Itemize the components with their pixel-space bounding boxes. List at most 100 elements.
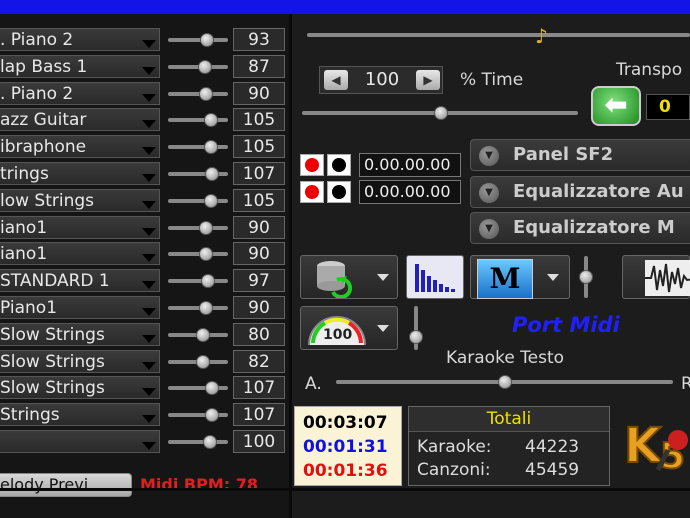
channel-instrument-select[interactable]: . Piano 2 [0,28,160,51]
channel-instrument-select[interactable]: . Piano 2 [0,81,160,105]
channel-instrument-select[interactable]: STANDARD 1 [0,269,160,293]
channel-volume-knob[interactable] [199,86,213,101]
channel-volume-slider[interactable] [168,33,228,47]
channel-volume-knob[interactable] [196,327,210,342]
channel-volume-knob[interactable] [204,113,218,128]
channel-volume-knob[interactable] [196,354,210,369]
record-button[interactable] [300,181,324,203]
timecode-field-2[interactable]: 0.00.00.00 [359,180,461,204]
channel-instrument-select[interactable]: iano1 [0,242,160,266]
channel-volume-knob[interactable] [199,247,213,262]
channel-volume-slider[interactable] [168,113,228,128]
chevron-down-icon [142,227,156,236]
channel-instrument-select[interactable]: iano1 [0,215,160,239]
channel-instrument-label: Strings [0,405,60,426]
channel-instrument-select[interactable]: Strings [0,403,160,427]
midi-volume-knob[interactable] [579,270,593,284]
database-sync-icon [317,261,353,298]
channel-volume-slider[interactable] [168,381,228,396]
channel-volume-slider[interactable] [168,193,228,208]
channel-volume-knob[interactable] [205,408,219,423]
timecode-field-1[interactable]: 0.00.00.00 [359,153,461,177]
channel-volume-knob[interactable] [200,33,214,47]
tempo-slider-knob[interactable] [434,106,448,120]
stop-button[interactable] [327,154,351,176]
panel-equalizzatore-audio[interactable]: ▼ Equalizzatore Au [470,176,690,208]
channel-instrument-select[interactable]: Slow Strings [0,322,160,346]
channel-volume-slider[interactable] [168,220,228,235]
channel-volume-knob[interactable] [199,301,213,315]
channel-instrument-select[interactable]: low Strings [0,188,160,212]
song-progress-slider[interactable] [307,33,690,37]
channel-volume-slider[interactable] [168,167,228,181]
tempo-spinner[interactable]: ◀ 100 ▶ [319,66,443,94]
channel-volume-value: 87 [233,54,285,78]
channel-row: Slow Strings 107 [0,375,290,400]
channel-volume-slider[interactable] [168,86,228,101]
tempo-value[interactable]: 100 [350,67,414,93]
channel-instrument-select[interactable] [0,430,160,453]
tempo-increase-button[interactable]: ▶ [416,70,440,90]
elapsed-time: 00:01:31 [303,437,388,457]
channel-volume-slider[interactable] [168,247,228,262]
channel-volume-knob[interactable] [199,220,213,235]
channel-volume-value: 80 [233,322,285,346]
channel-instrument-select[interactable]: Slow Strings [0,349,160,373]
channel-volume-knob[interactable] [204,193,218,208]
channel-volume-slider[interactable] [168,408,228,423]
karaoke-balance-knob[interactable] [498,375,512,389]
channel-volume-knob[interactable] [205,167,219,181]
channel-instrument-select[interactable]: Piano1 [0,296,160,319]
channel-volume-slider[interactable] [168,327,228,342]
channel-volume-knob[interactable] [198,59,212,74]
balance-left-label: A. [305,374,322,394]
time-counters: 00:03:07 00:01:31 00:01:36 [294,406,402,486]
chevron-down-icon [142,200,156,209]
channel-row: lap Bass 1 87 [0,54,290,79]
record-button[interactable] [300,154,324,176]
chevron-down-icon: ▼ [479,146,499,166]
tempo-slider[interactable] [302,106,578,120]
channel-instrument-label: azz Guitar [0,110,87,131]
karaoke-testo-label: Karaoke Testo [446,348,565,368]
chevron-down-icon [142,120,156,129]
stop-button[interactable] [327,181,351,203]
channel-volume-slider[interactable] [168,59,228,74]
channel-instrument-select[interactable]: trings [0,162,160,185]
channel-volume-slider[interactable] [168,140,228,155]
channel-instrument-select[interactable]: ibraphone [0,135,160,159]
channel-row: . Piano 2 90 [0,81,290,106]
channel-instrument-select[interactable]: lap Bass 1 [0,54,160,78]
melody-preview-button[interactable]: elody Previ... [0,473,132,497]
channel-volume-slider[interactable] [168,435,228,449]
chevron-down-icon [142,66,156,75]
record-controls-2 [300,180,356,204]
waveform-button[interactable] [622,255,690,299]
channel-volume-slider[interactable] [168,274,228,289]
channel-volume-value: 90 [233,296,285,319]
channel-row: Piano1 90 [0,295,290,320]
channel-volume-knob[interactable] [204,140,218,155]
meter-gain-knob[interactable] [409,330,423,344]
channel-volume-knob[interactable] [203,435,217,449]
transpose-reset-button[interactable]: ⬅ [591,86,641,126]
panel-equalizzatore-midi[interactable]: ▼ Equalizzatore M [470,212,690,244]
channel-volume-slider[interactable] [168,301,228,315]
volume-meter-button[interactable]: 100 [300,306,398,350]
database-sync-button[interactable] [300,255,398,299]
karaoke-balance-slider[interactable] [336,375,673,389]
midi-device-button[interactable]: M [470,255,570,299]
midi-volume-slider[interactable] [579,256,593,298]
panel-sf2[interactable]: ▼ Panel SF2 [470,139,690,171]
tempo-decrease-button[interactable]: ◀ [324,70,348,90]
channel-volume-knob[interactable] [205,381,219,396]
channel-instrument-select[interactable]: Slow Strings [0,376,160,400]
channel-instrument-label: lap Bass 1 [0,56,88,77]
transpose-value: 0 [646,94,690,120]
meter-gain-slider[interactable] [409,306,423,350]
channel-volume-value: 107 [233,376,285,400]
spectrum-button[interactable] [406,255,464,299]
channel-volume-slider[interactable] [168,354,228,369]
channel-volume-knob[interactable] [201,274,215,289]
channel-instrument-select[interactable]: azz Guitar [0,108,160,132]
